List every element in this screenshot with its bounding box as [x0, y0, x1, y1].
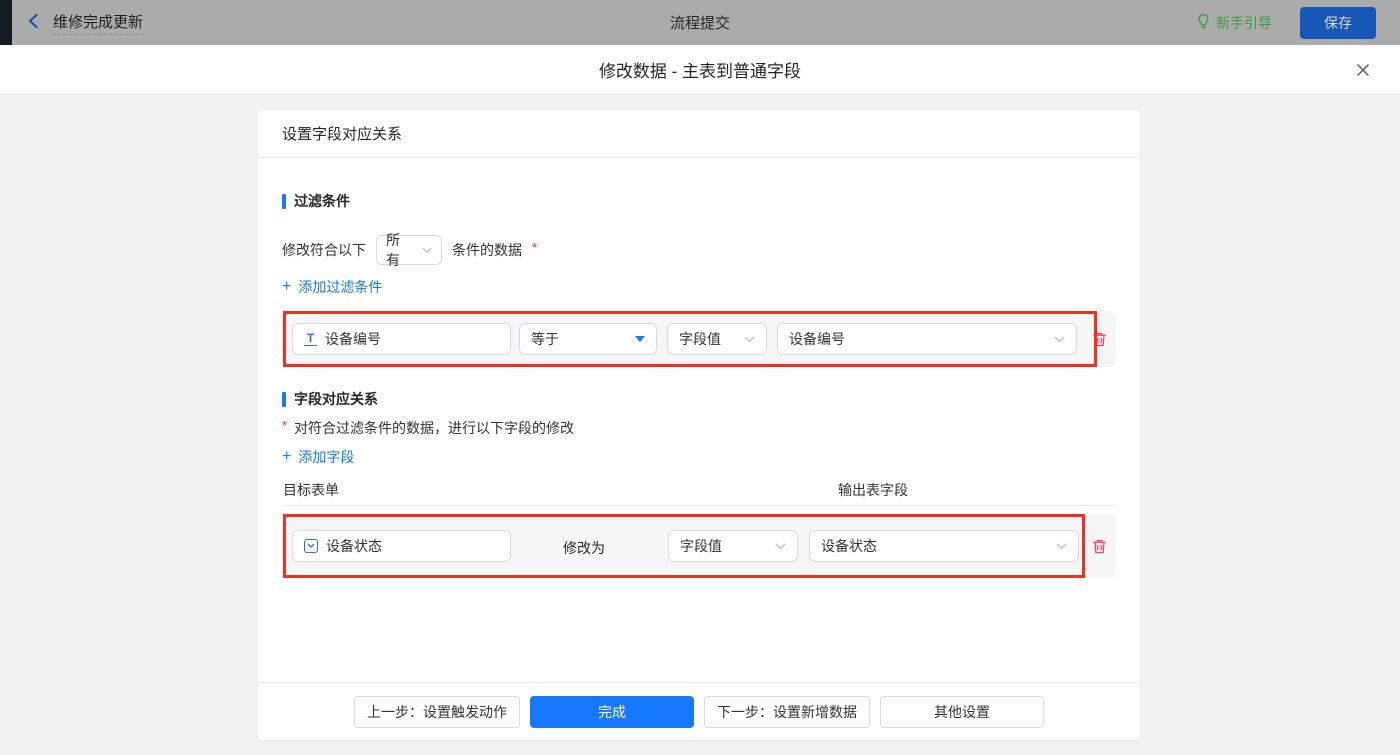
save-button[interactable]: 保存 — [1300, 6, 1376, 39]
mapping-column-headers: 目标表单 输出表字段 — [282, 472, 1116, 506]
beginner-guide-label: 新手引导 — [1216, 14, 1272, 31]
modify-to-label: 修改为 — [563, 540, 605, 556]
mapping-value-type-value: 字段值 — [680, 538, 722, 554]
value-type-select[interactable]: 字段值 — [667, 323, 767, 355]
modal-title: 修改数据 - 主表到普通字段 — [598, 62, 802, 81]
select-field-icon — [304, 539, 318, 553]
condition-scope-value: 所有 — [386, 232, 400, 268]
condition-scope-select[interactable]: 所有 — [376, 232, 442, 268]
required-asterisk: * — [282, 417, 288, 433]
done-button[interactable]: 完成 — [530, 695, 694, 728]
condition-suffix: 条件的数据 — [452, 242, 522, 258]
beginner-guide-button[interactable]: 新手引导 — [1196, 13, 1272, 33]
text-field-icon: T — [304, 332, 317, 346]
chevron-down-icon — [1054, 336, 1065, 342]
add-field-link[interactable]: + 添加字段 — [282, 447, 354, 467]
section-accent-bar — [282, 193, 286, 209]
value-field-select[interactable]: 设备编号 — [777, 323, 1077, 355]
filter-field-input[interactable]: T 设备编号 — [292, 323, 511, 355]
filter-field-value: 设备编号 — [325, 331, 381, 347]
condition-line: 修改符合以下 所有 条件的数据 * — [282, 232, 538, 268]
required-asterisk: * — [532, 239, 538, 255]
settings-card: 设置字段对应关系 过滤条件 修改符合以下 所有 条件的数据 * + 添加过滤条件 — [258, 110, 1140, 740]
close-button[interactable] — [1350, 57, 1376, 83]
add-filter-condition-label: 添加过滤条件 — [298, 279, 383, 295]
topbar-right: 新手引导 保存 — [1196, 0, 1376, 45]
add-filter-condition-link[interactable]: + 添加过滤条件 — [282, 277, 382, 297]
chevron-down-icon — [744, 336, 755, 342]
lightbulb-icon — [1196, 13, 1211, 32]
screen: 维修完成更新 流程提交 新手引导 保存 修改数据 - 主表到普通字段 设置字段对… — [0, 0, 1400, 755]
modal-header: 修改数据 - 主表到普通字段 — [0, 45, 1400, 95]
mapping-note-text: 对符合过滤条件的数据，进行以下字段的修改 — [294, 420, 575, 436]
mapping-note: * 对符合过滤条件的数据，进行以下字段的修改 — [282, 418, 574, 438]
target-field-input[interactable]: 设备状态 — [292, 530, 511, 562]
modal-body: 设置字段对应关系 过滤条件 修改符合以下 所有 条件的数据 * + 添加过滤条件 — [0, 95, 1400, 755]
target-field-value: 设备状态 — [326, 538, 382, 554]
prev-step-button[interactable]: 上一步：设置触发动作 — [354, 695, 520, 728]
operator-value: 等于 — [531, 331, 559, 347]
mapping-section-title: 字段对应关系 — [282, 389, 378, 409]
topbar: 维修完成更新 流程提交 新手引导 保存 — [0, 0, 1400, 45]
mapping-value-type-select[interactable]: 字段值 — [668, 530, 798, 562]
mapping-section-label: 字段对应关系 — [294, 391, 378, 407]
mapping-value-field-value: 设备状态 — [821, 538, 877, 554]
next-step-button[interactable]: 下一步：设置新增数据 — [704, 695, 870, 728]
plus-icon: + — [282, 278, 292, 295]
target-form-column-header: 目标表单 — [283, 482, 339, 498]
section-accent-bar — [282, 391, 286, 407]
close-icon — [1357, 64, 1369, 76]
filter-section-label: 过滤条件 — [294, 193, 350, 209]
filter-section-title: 过滤条件 — [282, 191, 350, 211]
chevron-down-icon — [422, 247, 432, 253]
mapping-value-field-select[interactable]: 设备状态 — [809, 530, 1079, 562]
trash-icon — [1092, 332, 1106, 346]
operator-select[interactable]: 等于 — [519, 323, 657, 355]
plus-icon: + — [282, 448, 292, 465]
delete-filter-row-button[interactable] — [1090, 330, 1108, 348]
caret-down-icon — [635, 336, 645, 342]
trash-icon — [1092, 539, 1106, 553]
value-field-value: 设备编号 — [789, 331, 845, 347]
other-settings-button[interactable]: 其他设置 — [880, 695, 1044, 728]
delete-mapping-row-button[interactable] — [1090, 537, 1108, 555]
add-field-label: 添加字段 — [298, 449, 355, 465]
chevron-down-icon — [1056, 543, 1067, 549]
condition-prefix: 修改符合以下 — [282, 242, 366, 258]
chevron-down-icon — [775, 543, 786, 549]
value-type-value: 字段值 — [679, 331, 721, 347]
card-header: 设置字段对应关系 — [258, 110, 1140, 158]
card-footer: 上一步：设置触发动作 完成 下一步：设置新增数据 其他设置 — [258, 682, 1140, 740]
output-field-column-header: 输出表字段 — [838, 482, 908, 498]
field-mapping-row: 设备状态 修改为 字段值 设备状态 — [282, 514, 1116, 578]
filter-condition-row: T 设备编号 等于 字段值 设备编号 — [282, 311, 1116, 367]
topbar-center-title: 流程提交 — [669, 15, 730, 32]
